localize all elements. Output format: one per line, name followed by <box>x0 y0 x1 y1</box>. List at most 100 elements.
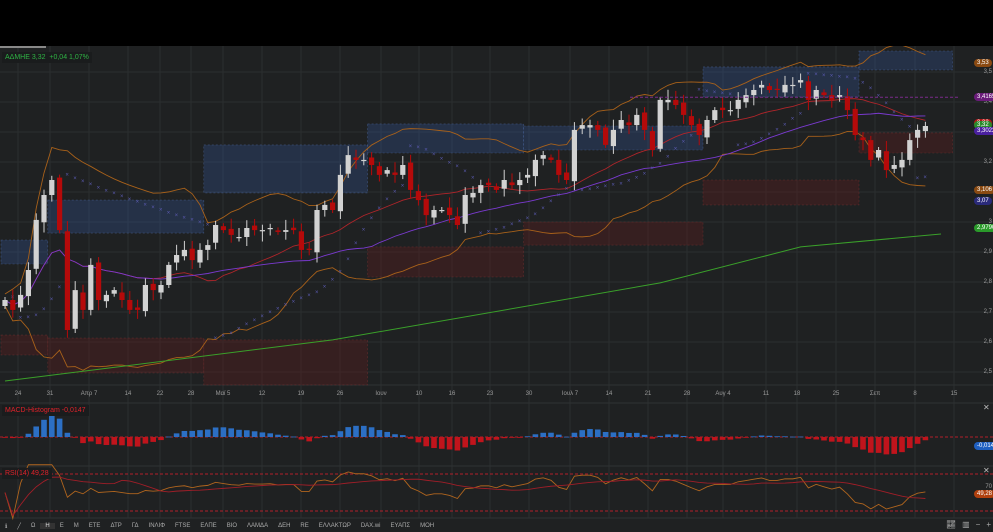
candle-body <box>314 210 320 253</box>
info-icon[interactable]: ℹ <box>0 523 12 530</box>
macd-histogram-bar <box>368 427 375 437</box>
candle-body <box>860 137 866 141</box>
last-price: 3,32 <box>31 54 46 61</box>
sar-marker: × <box>697 88 701 94</box>
macd-histogram-bar <box>56 418 63 437</box>
macd-histogram-bar <box>626 432 632 437</box>
toolbar-symbol-button[interactable]: ΙΝΛΙΦ <box>144 523 170 529</box>
toolbar-symbol-button[interactable]: ΜΟΗ <box>415 523 439 529</box>
toolbar-symbol-button[interactable]: ΕΥΑΠΣ <box>386 523 416 529</box>
toolbar-symbol-button[interactable]: Ε <box>55 523 69 529</box>
sar-marker: × <box>151 205 155 211</box>
candle-body <box>306 248 312 250</box>
macd-histogram-bar <box>797 436 804 438</box>
candle-body <box>798 80 804 83</box>
toolbar-symbol-button[interactable]: DAX.wi <box>356 523 386 529</box>
macd-value: -0,0147 <box>61 407 86 414</box>
candle-body <box>470 192 476 198</box>
toolbar-symbol-button[interactable]: ΒΙΟ <box>222 523 242 529</box>
macd-histogram-bar <box>290 436 297 438</box>
sar-marker: × <box>409 144 413 150</box>
draw-line-icon[interactable]: ╱ <box>12 523 26 530</box>
macd-histogram-bar <box>267 433 273 437</box>
rsi-value-badge: 49,28 <box>974 490 993 498</box>
toolbar-symbol-button[interactable]: ΓΔ <box>127 523 144 529</box>
sar-marker: × <box>112 191 116 197</box>
zoom-out-icon[interactable]: − <box>976 520 981 529</box>
indicator-icon[interactable]: 📈︎ <box>946 520 956 529</box>
candle-body <box>595 125 601 130</box>
macd-histogram-bar <box>251 431 258 437</box>
chart-canvas[interactable]: × × ×××××××××× × × × × × × × × × × × × ×× × ×××××××××××××… <box>0 46 993 532</box>
candle-body <box>712 110 718 120</box>
candle-body <box>408 162 414 190</box>
macd-histogram-bar <box>189 430 195 437</box>
sar-marker: × <box>276 306 280 312</box>
candle-body <box>25 270 31 297</box>
candle-body <box>330 202 336 210</box>
sar-marker: × <box>338 270 342 276</box>
toolbar-symbol-button[interactable]: RE <box>295 523 313 529</box>
sar-marker: × <box>767 132 771 138</box>
macd-histogram-bar <box>579 430 585 437</box>
macd-histogram-bar <box>852 437 858 448</box>
sar-marker: × <box>853 77 857 83</box>
sar-marker: × <box>42 307 46 313</box>
bar-chart-icon[interactable]: ▥ <box>962 520 970 529</box>
macd-histogram-bar <box>407 437 414 439</box>
sar-marker: × <box>245 322 249 328</box>
macd-histogram-bar <box>353 425 359 437</box>
candle-body <box>891 165 897 169</box>
candle-body <box>158 285 164 293</box>
candle-body <box>525 174 531 178</box>
toolbar-symbol-button[interactable]: Ω <box>26 523 41 529</box>
macd-histogram-bar <box>548 432 554 437</box>
rsi-average-line <box>4 476 926 517</box>
macd-histogram-bar <box>259 432 266 437</box>
toolbar-symbol-button[interactable]: Μ <box>69 523 84 529</box>
x-axis-label: 8 <box>913 391 917 397</box>
macd-histogram-bar <box>415 437 422 443</box>
sar-marker: × <box>580 188 584 194</box>
macd-histogram-bar <box>875 437 882 453</box>
candle-body <box>915 129 921 138</box>
candle-body <box>610 129 616 147</box>
toolbar-symbol-button[interactable]: ΛΑΜΔΑ <box>242 523 273 529</box>
macd-histogram-bar <box>618 432 624 437</box>
candle-body <box>2 300 8 306</box>
macd-histogram-bar <box>49 415 55 437</box>
candle-body <box>704 120 710 138</box>
supply-zone <box>858 50 953 71</box>
toolbar-symbol-button[interactable]: ΕΤΕ <box>84 523 106 529</box>
sar-marker: × <box>838 74 842 80</box>
toolbar-symbol-button[interactable]: ΕΛΛΑΚΤΩΡ <box>314 523 356 529</box>
toolbar-symbol-button[interactable]: ΔΕΗ <box>273 523 295 529</box>
candle-body <box>337 174 343 212</box>
candle-body <box>135 307 141 310</box>
chart-area[interactable]: × × × × × × × × × × × × × × × × × × × × × × × × × × × × × × × × × × × × × × × ×… <box>0 46 993 532</box>
sar-marker: × <box>650 166 654 172</box>
zoom-in-icon[interactable]: + <box>986 520 991 529</box>
candle-body <box>103 294 109 302</box>
macd-histogram-bar <box>337 431 344 437</box>
candle-body <box>509 182 515 186</box>
candle-body <box>548 157 554 160</box>
toolbar-symbol-button[interactable]: FTSE <box>170 523 195 529</box>
macd-histogram-bar <box>306 437 312 442</box>
close-rsi-pane-icon[interactable]: ✕ <box>983 466 990 475</box>
candle-body <box>782 84 788 93</box>
toolbar-symbol-button[interactable]: ΔΤΡ <box>105 523 126 529</box>
toolbar-symbol-button[interactable]: Η <box>40 523 55 529</box>
price-legend: ΑΔΜΗΕ 3,32 +0,04 1,07% <box>2 52 92 63</box>
candle-body <box>759 84 765 88</box>
candle-body <box>532 159 538 177</box>
candle-body <box>345 155 351 174</box>
sar-marker: × <box>354 241 358 247</box>
macd-histogram-bar <box>345 427 351 437</box>
toolbar-symbol-button[interactable]: ΕΛΠΕ <box>195 523 221 529</box>
x-axis-label: 14 <box>605 391 613 397</box>
close-macd-pane-icon[interactable]: ✕ <box>983 403 990 412</box>
macd-histogram-bar <box>462 437 468 448</box>
candle-body <box>743 95 749 103</box>
candle-body <box>844 96 850 111</box>
